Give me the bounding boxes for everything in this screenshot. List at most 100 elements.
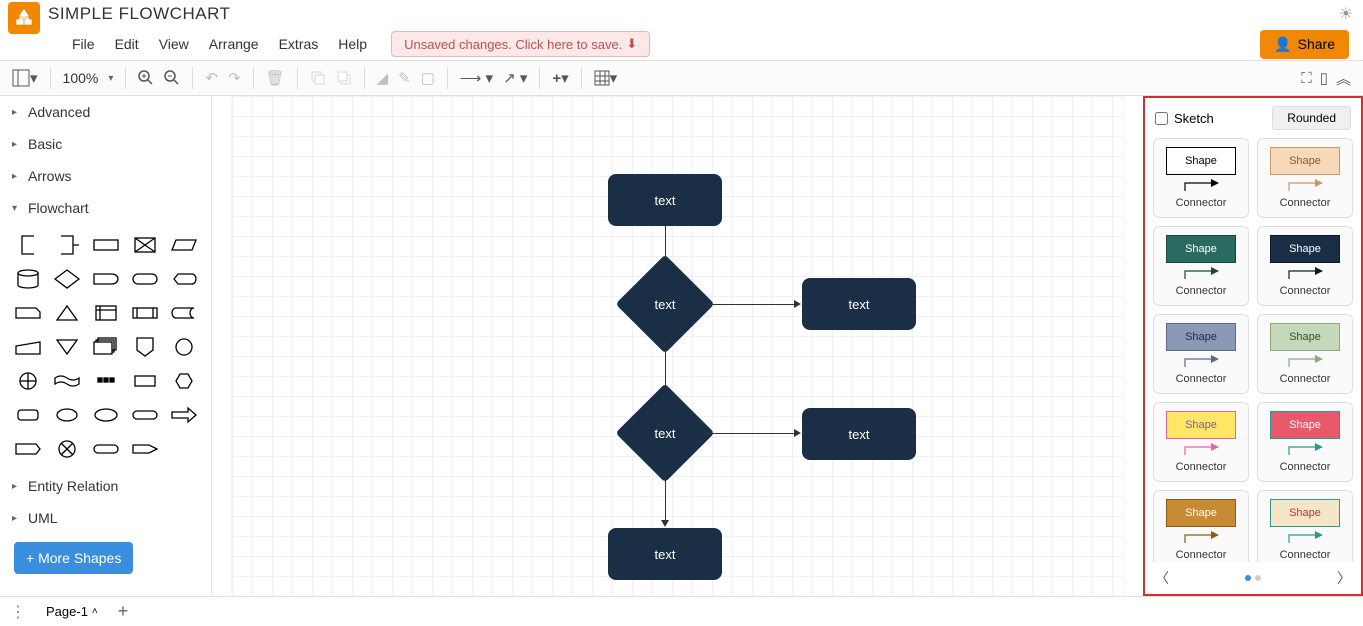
waypoint-button[interactable]: ↗ ▾ — [503, 69, 527, 87]
sketch-checkbox-input[interactable] — [1155, 112, 1168, 125]
shape-internal-storage[interactable] — [88, 298, 123, 328]
shape-multidoc[interactable] — [88, 332, 123, 362]
document-title[interactable]: SIMPLE FLOWCHART — [48, 4, 230, 24]
style-next-button[interactable]: 〉 — [1337, 568, 1351, 588]
shape-parallelogram[interactable] — [166, 230, 201, 260]
shape-crossbox[interactable] — [127, 230, 162, 260]
shape-tape[interactable] — [49, 366, 84, 396]
sidebar-section-arrows[interactable]: ▸Arrows — [0, 160, 211, 192]
shape-loop[interactable] — [10, 434, 45, 464]
shape-offpage[interactable] — [127, 332, 162, 362]
sidebar-section-basic[interactable]: ▸Basic — [0, 128, 211, 160]
shape-arrow-block[interactable] — [127, 434, 162, 464]
menu-help[interactable]: Help — [330, 32, 375, 56]
style-preset[interactable]: ShapeConnector — [1153, 314, 1249, 394]
to-front-button[interactable] — [310, 70, 326, 86]
style-shape-preview: Shape — [1270, 499, 1340, 527]
shape-collate[interactable] — [88, 366, 123, 396]
style-preset[interactable]: ShapeConnector — [1153, 402, 1249, 482]
shape-stored-data[interactable] — [166, 298, 201, 328]
app-logo-icon — [8, 2, 40, 34]
undo-button[interactable]: ↶ — [205, 69, 218, 87]
style-preset[interactable]: ShapeConnector — [1257, 402, 1353, 482]
shape-delay[interactable] — [88, 264, 123, 294]
sketch-checkbox[interactable]: Sketch — [1155, 111, 1214, 126]
shape-pill3[interactable] — [88, 434, 123, 464]
shape-triangle-down[interactable] — [49, 332, 84, 362]
fullscreen-button[interactable]: ⛶ — [1301, 70, 1312, 87]
shape-predefined[interactable] — [127, 298, 162, 328]
delete-button[interactable]: 🗑 — [266, 69, 285, 87]
shape-cylinder[interactable] — [10, 264, 45, 294]
style-shape-preview: Shape — [1166, 411, 1236, 439]
menu-extras[interactable]: Extras — [271, 32, 327, 56]
flow-node[interactable]: text — [802, 278, 916, 330]
sidebar-section-entity-relation[interactable]: ▸Entity Relation — [0, 470, 211, 502]
sidebar-section-flowchart[interactable]: ▾Flowchart — [0, 192, 211, 224]
unsaved-changes-button[interactable]: Unsaved changes. Click here to save. ⬇ — [391, 31, 650, 57]
shape-or[interactable] — [49, 434, 84, 464]
share-button[interactable]: 👤 Share — [1260, 30, 1349, 59]
collapse-button[interactable]: ︽ — [1336, 68, 1351, 89]
shape-pill2[interactable] — [127, 400, 162, 430]
style-connector-preview — [1181, 267, 1221, 279]
shape-manual-input[interactable] — [10, 332, 45, 362]
redo-button[interactable]: ↷ — [228, 69, 241, 87]
shape-hexagon[interactable] — [166, 366, 201, 396]
shape-rounded-rect[interactable] — [10, 400, 45, 430]
zoom-out-button[interactable] — [164, 70, 180, 86]
zoom-in-button[interactable] — [138, 70, 154, 86]
shape-rect[interactable] — [127, 366, 162, 396]
connection-button[interactable]: ⟶ ▾ — [460, 69, 493, 87]
style-preset[interactable]: ShapeConnector — [1153, 226, 1249, 306]
to-back-button[interactable] — [336, 70, 352, 86]
style-preset[interactable]: ShapeConnector — [1257, 138, 1353, 218]
shape-bracket-right[interactable] — [49, 230, 84, 260]
format-panel-button[interactable]: ▯ — [1320, 69, 1328, 87]
theme-icon[interactable]: ☀ — [1339, 4, 1353, 24]
style-preset[interactable]: ShapeConnector — [1257, 314, 1353, 394]
style-connector-preview — [1181, 443, 1221, 455]
view-mode-button[interactable]: ▾ — [12, 69, 38, 87]
more-shapes-button[interactable]: + More Shapes — [14, 542, 133, 574]
shape-ellipse3[interactable] — [88, 400, 123, 430]
zoom-level[interactable]: 100% — [63, 70, 99, 86]
shape-terminator[interactable] — [127, 264, 162, 294]
style-prev-button[interactable]: 〈 — [1155, 568, 1169, 588]
rounded-button[interactable]: Rounded — [1272, 106, 1351, 130]
style-preset[interactable]: ShapeConnector — [1257, 490, 1353, 562]
style-preset[interactable]: ShapeConnector — [1257, 226, 1353, 306]
shape-diamond[interactable] — [49, 264, 84, 294]
menu-edit[interactable]: Edit — [107, 32, 147, 56]
menu-view[interactable]: View — [151, 32, 197, 56]
shape-summing[interactable] — [10, 366, 45, 396]
shape-bracket-left[interactable] — [10, 230, 45, 260]
shape-display[interactable] — [166, 264, 201, 294]
menu-arrange[interactable]: Arrange — [201, 32, 267, 56]
shape-arrow-right[interactable] — [166, 400, 201, 430]
style-preset[interactable]: ShapeConnector — [1153, 490, 1249, 562]
flow-node[interactable]: text — [608, 528, 722, 580]
add-page-button[interactable]: + — [118, 601, 129, 622]
style-connector-label: Connector — [1280, 197, 1331, 209]
menu-file[interactable]: File — [64, 32, 103, 56]
shape-process[interactable] — [88, 230, 123, 260]
line-color-button[interactable]: ✎ — [398, 69, 411, 87]
flow-node[interactable]: text — [608, 174, 722, 226]
table-button[interactable]: ▾ — [594, 69, 618, 87]
fill-color-button[interactable]: ◢ — [377, 69, 389, 87]
shadow-button[interactable]: ▢ — [421, 69, 435, 87]
sidebar-section-uml[interactable]: ▸UML — [0, 502, 211, 534]
share-label: Share — [1298, 36, 1335, 52]
pages-menu-button[interactable]: ⋮ — [10, 602, 26, 622]
shape-card[interactable] — [10, 298, 45, 328]
canvas[interactable]: text text text text text text — [212, 96, 1143, 596]
shape-triangle-up[interactable] — [49, 298, 84, 328]
shape-connector-circle[interactable] — [166, 332, 201, 362]
page-tab[interactable]: Page-1 ˄ — [36, 600, 108, 623]
insert-button[interactable]: + ▾ — [552, 69, 568, 87]
sidebar-section-advanced[interactable]: ▸Advanced — [0, 96, 211, 128]
flow-node[interactable]: text — [802, 408, 916, 460]
shape-ellipse2[interactable] — [49, 400, 84, 430]
style-preset[interactable]: ShapeConnector — [1153, 138, 1249, 218]
